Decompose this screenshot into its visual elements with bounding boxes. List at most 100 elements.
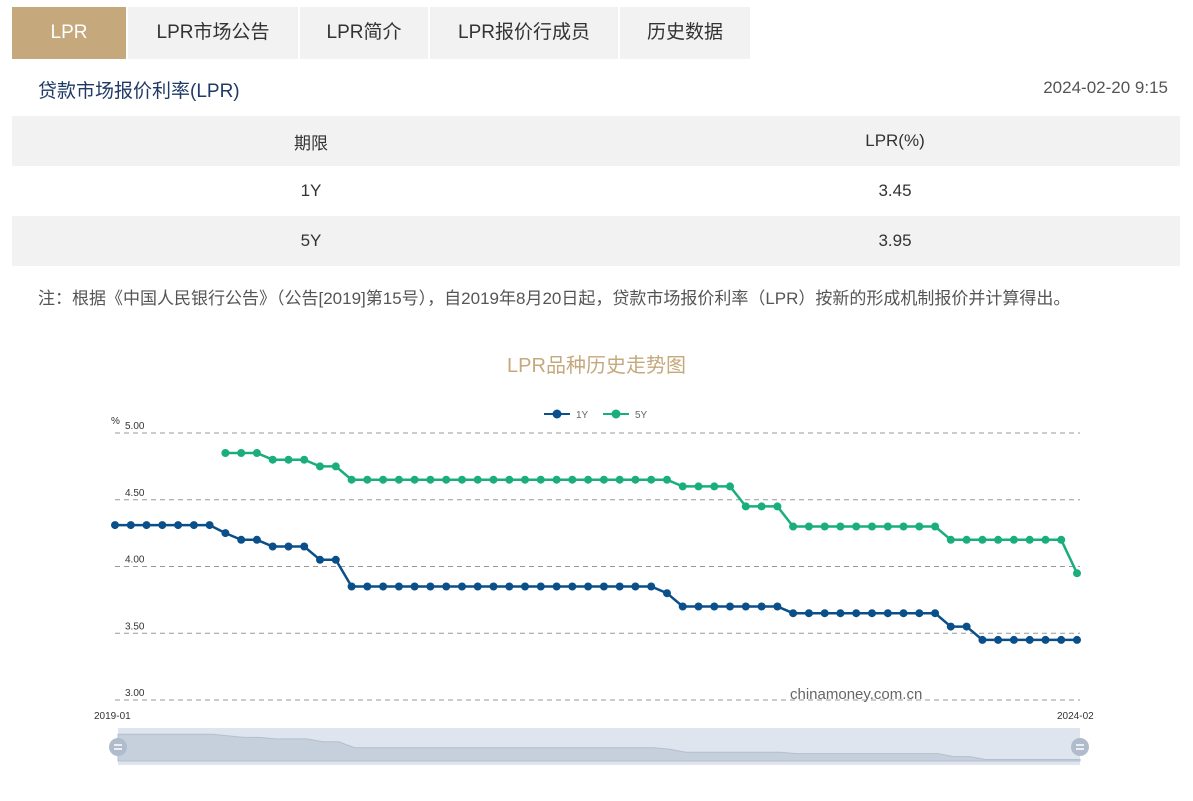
data-point-1y[interactable]: [394, 582, 403, 591]
data-point-1y[interactable]: [1073, 635, 1081, 644]
data-point-5y[interactable]: [678, 482, 687, 491]
data-point-5y[interactable]: [458, 475, 466, 484]
tab-lpr[interactable]: LPR: [12, 7, 126, 59]
data-point-1y[interactable]: [836, 609, 845, 618]
data-point-1y[interactable]: [142, 521, 151, 530]
data-point-1y[interactable]: [363, 582, 372, 591]
data-point-5y[interactable]: [899, 522, 908, 531]
data-point-1y[interactable]: [994, 635, 1003, 644]
data-point-1y[interactable]: [599, 582, 608, 591]
data-point-5y[interactable]: [726, 482, 734, 491]
data-point-5y[interactable]: [394, 475, 403, 484]
data-point-5y[interactable]: [331, 462, 340, 471]
data-point-1y[interactable]: [1041, 635, 1050, 644]
data-point-1y[interactable]: [1009, 635, 1018, 644]
data-point-1y[interactable]: [789, 609, 798, 618]
data-point-1y[interactable]: [111, 521, 119, 530]
data-point-5y[interactable]: [347, 475, 356, 484]
data-point-5y[interactable]: [615, 475, 624, 484]
data-point-1y[interactable]: [868, 609, 876, 618]
data-point-1y[interactable]: [536, 582, 545, 591]
data-point-5y[interactable]: [1041, 535, 1050, 544]
data-point-1y[interactable]: [174, 521, 183, 530]
tab-lpr-quoting-banks[interactable]: LPR报价行成员: [430, 7, 618, 59]
data-point-1y[interactable]: [804, 609, 813, 618]
data-point-1y[interactable]: [773, 602, 782, 611]
data-point-5y[interactable]: [820, 522, 829, 531]
data-point-5y[interactable]: [694, 482, 703, 491]
data-point-1y[interactable]: [663, 589, 671, 598]
data-point-5y[interactable]: [915, 522, 924, 531]
data-point-5y[interactable]: [883, 522, 892, 531]
data-point-5y[interactable]: [568, 475, 577, 484]
data-point-5y[interactable]: [789, 522, 798, 531]
data-point-5y[interactable]: [300, 455, 309, 464]
data-point-5y[interactable]: [836, 522, 845, 531]
data-point-5y[interactable]: [363, 475, 372, 484]
tab-lpr-intro[interactable]: LPR简介: [300, 7, 428, 59]
data-point-5y[interactable]: [1009, 535, 1018, 544]
slider-right-handle[interactable]: [1071, 738, 1089, 756]
data-point-5y[interactable]: [804, 522, 813, 531]
data-point-1y[interactable]: [316, 555, 324, 564]
data-point-5y[interactable]: [521, 475, 529, 484]
data-point-5y[interactable]: [868, 522, 876, 531]
legend-item-1y[interactable]: 1Y: [544, 409, 589, 422]
data-point-5y[interactable]: [852, 522, 861, 531]
data-point-1y[interactable]: [1057, 635, 1066, 644]
data-point-1y[interactable]: [915, 609, 924, 618]
data-point-1y[interactable]: [347, 582, 356, 591]
data-point-5y[interactable]: [1073, 569, 1081, 578]
legend-item-5y[interactable]: 5Y: [603, 409, 648, 422]
data-point-5y[interactable]: [631, 475, 640, 484]
data-point-1y[interactable]: [647, 582, 656, 591]
data-point-1y[interactable]: [978, 635, 987, 644]
data-point-5y[interactable]: [536, 475, 545, 484]
data-point-1y[interactable]: [631, 582, 640, 591]
data-point-5y[interactable]: [552, 475, 561, 484]
data-point-1y[interactable]: [252, 535, 261, 544]
data-point-1y[interactable]: [883, 609, 892, 618]
data-point-1y[interactable]: [442, 582, 451, 591]
data-point-1y[interactable]: [300, 542, 309, 551]
data-point-1y[interactable]: [221, 529, 230, 538]
data-point-1y[interactable]: [410, 582, 419, 591]
data-point-1y[interactable]: [284, 542, 293, 551]
data-point-5y[interactable]: [489, 475, 498, 484]
data-point-5y[interactable]: [773, 502, 782, 511]
tab-history-data[interactable]: 历史数据: [620, 7, 750, 59]
data-point-1y[interactable]: [694, 602, 703, 611]
data-point-5y[interactable]: [946, 535, 955, 544]
data-point-5y[interactable]: [1025, 535, 1034, 544]
data-point-1y[interactable]: [568, 582, 577, 591]
data-point-5y[interactable]: [284, 455, 293, 464]
data-point-1y[interactable]: [426, 582, 435, 591]
data-point-1y[interactable]: [852, 609, 861, 618]
data-point-1y[interactable]: [584, 582, 593, 591]
data-point-5y[interactable]: [978, 535, 987, 544]
data-point-1y[interactable]: [505, 582, 514, 591]
data-point-5y[interactable]: [647, 475, 656, 484]
data-point-1y[interactable]: [458, 582, 466, 591]
data-zoom-slider[interactable]: [109, 728, 1089, 765]
data-point-5y[interactable]: [599, 475, 608, 484]
data-point-1y[interactable]: [820, 609, 829, 618]
data-point-5y[interactable]: [442, 475, 451, 484]
data-point-1y[interactable]: [126, 521, 135, 530]
data-point-1y[interactable]: [741, 602, 750, 611]
data-point-1y[interactable]: [489, 582, 498, 591]
data-point-1y[interactable]: [331, 555, 340, 564]
tab-lpr-market-announcement[interactable]: LPR市场公告: [128, 7, 298, 59]
data-point-1y[interactable]: [473, 582, 482, 591]
data-point-5y[interactable]: [379, 475, 388, 484]
data-point-5y[interactable]: [741, 502, 750, 511]
data-point-1y[interactable]: [158, 521, 167, 530]
data-point-5y[interactable]: [252, 449, 261, 457]
data-point-1y[interactable]: [726, 602, 734, 611]
slider-left-handle[interactable]: [109, 738, 127, 756]
data-point-5y[interactable]: [663, 475, 671, 484]
data-point-5y[interactable]: [757, 502, 766, 511]
data-point-1y[interactable]: [521, 582, 529, 591]
data-point-1y[interactable]: [899, 609, 908, 618]
data-point-1y[interactable]: [268, 542, 277, 551]
